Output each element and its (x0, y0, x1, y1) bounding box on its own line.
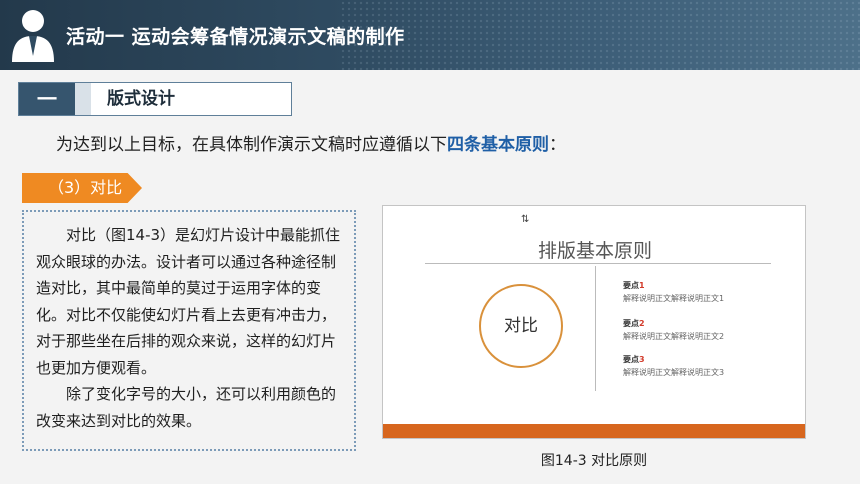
point-title: 要点2 (623, 319, 645, 328)
point-label: （3）对比 (22, 173, 142, 203)
figure-point-item: 要点2 解释说明正文解释说明正文2 (623, 318, 724, 342)
move-cursor-icon: ⇅ (521, 214, 530, 225)
section-label: 版式设计 (107, 89, 175, 109)
point-title: 要点1 (623, 281, 645, 290)
body-paragraph: 对比（图14-3）是幻灯片设计中最能抓住观众眼球的办法。设计者可以通过各种途径制… (36, 226, 341, 377)
point-description: 解释说明正文解释说明正文3 (623, 368, 725, 377)
intro-highlight: 四条基本原则 (447, 135, 549, 155)
body-textbox: 对比（图14-3）是幻灯片设计中最能抓住观众眼球的办法。设计者可以通过各种途径制… (22, 210, 356, 451)
point-description: 解释说明正文解释说明正文1 (623, 294, 725, 303)
point-title: 要点3 (623, 355, 645, 364)
figure-caption: 图14-3 对比原则 (540, 453, 648, 469)
intro-lead: 为达到以上目标，在具体制作演示文稿时应遵循以下 (56, 135, 447, 155)
section-accent (75, 83, 91, 115)
user-icon (12, 10, 54, 62)
page-title: 活动一 运动会筹备情况演示文稿的制作 (66, 26, 405, 48)
intro-end: ： (549, 135, 566, 155)
figure-circle: 对比 (479, 284, 563, 368)
figure-slide-thumbnail: ⇅ 排版基本原则 对比 要点1 解释说明正文解释说明正文1 要点2 解释说明正文… (382, 205, 806, 439)
figure-point-item: 要点1 解释说明正文解释说明正文1 (623, 280, 724, 304)
section-number: 一 (19, 83, 75, 115)
figure-circle-label: 对比 (504, 316, 538, 336)
figure-title: 排版基本原则 (537, 240, 652, 262)
world-map-pattern (340, 0, 860, 70)
point-description: 解释说明正文解释说明正文2 (623, 332, 725, 341)
figure-footer-bar (383, 424, 805, 438)
header-bar: 活动一 运动会筹备情况演示文稿的制作 (0, 0, 860, 70)
figure-divider-horizontal (425, 263, 771, 264)
section-heading: 一 版式设计 (18, 82, 292, 116)
body-paragraph: 除了变化字号的大小，还可以利用颜色的改变来达到对比的效果。 (36, 385, 337, 430)
intro-text: 为达到以上目标，在具体制作演示文稿时应遵循以下四条基本原则： (56, 130, 566, 155)
figure-point-item: 要点3 解释说明正文解释说明正文3 (623, 354, 724, 378)
figure-divider-vertical (595, 266, 596, 391)
